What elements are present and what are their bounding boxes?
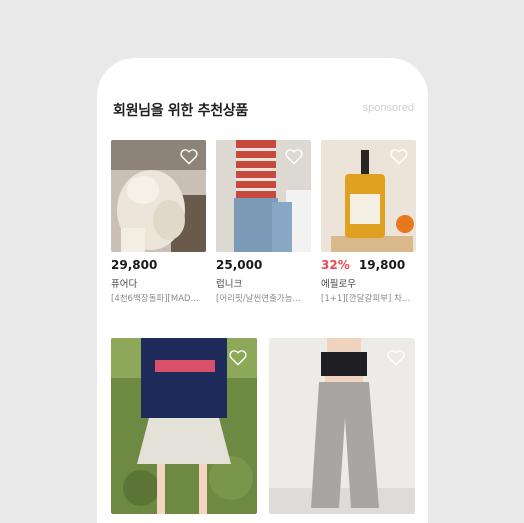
product-image[interactable] [321,140,416,252]
product-description: [어리핏/날씬연출가능… [216,294,302,304]
price-row: 32% 19,800 [321,258,416,273]
product-image[interactable] [216,140,311,252]
product-card[interactable]: 25,000 럽니크 [어리핏/날씬연출가능… [216,140,311,304]
heart-icon[interactable] [229,349,247,366]
recommendation-card: 회원님을 위한 추천상품 sponsored 29,800 퓨어다 [4천6백장… [97,58,428,523]
product-image[interactable] [111,140,206,252]
product-card[interactable] [269,338,415,514]
product-card[interactable]: 29,800 퓨어다 [4천6백장돌파][MAD… [111,140,206,304]
product-description: [4천6백장돌파][MAD… [111,294,200,304]
discount-rate: 32% [321,258,350,272]
product-price: 19,800 [358,258,406,272]
product-brand: 럽니크 [216,279,243,290]
product-card[interactable]: 32% 19,800 에필로우 [1+1][깐달걀피부] 차… [321,140,416,304]
product-image[interactable] [269,338,415,514]
section-header: 회원님을 위한 추천상품 sponsored [113,100,414,120]
price-row: 25,000 [216,258,311,273]
product-card[interactable] [111,338,257,514]
heart-icon[interactable] [387,349,405,366]
price-row: 29,800 [111,258,206,273]
heart-icon[interactable] [390,148,408,165]
sponsored-label: sponsored [362,102,414,114]
product-image[interactable] [111,338,257,514]
heart-icon[interactable] [285,148,303,165]
product-brand: 에필로우 [321,279,356,290]
product-price: 25,000 [216,258,263,272]
product-brand: 퓨어다 [111,279,138,290]
section-title: 회원님을 위한 추천상품 [113,103,248,119]
product-description: [1+1][깐달걀피부] 차… [321,294,411,304]
product-price: 29,800 [111,258,158,272]
heart-icon[interactable] [180,148,198,165]
